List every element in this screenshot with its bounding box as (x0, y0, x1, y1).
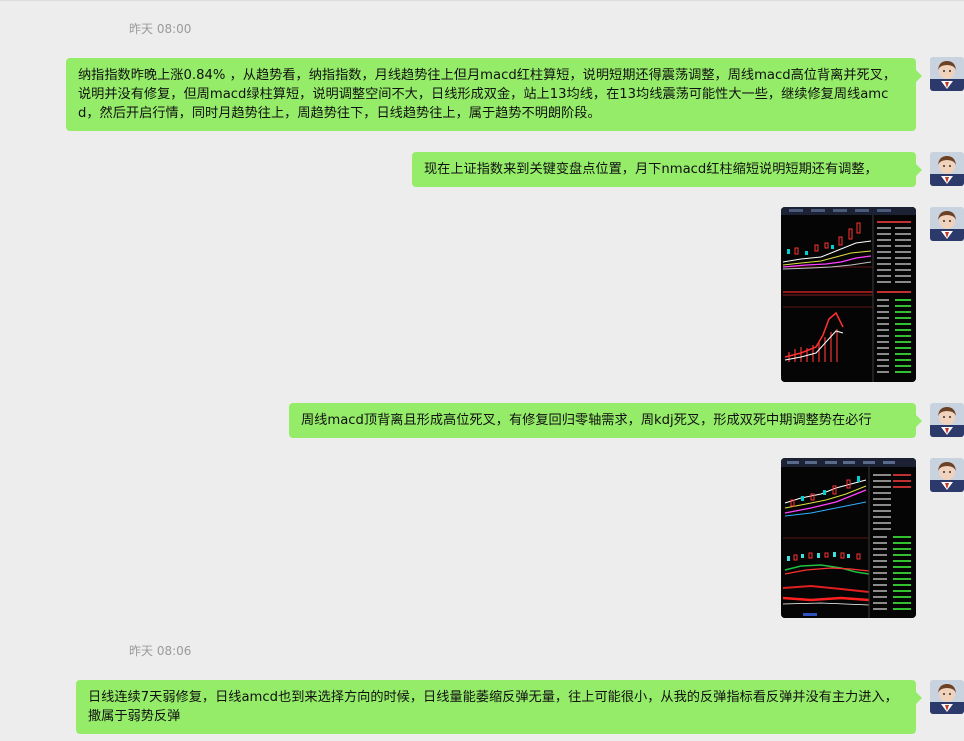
user-avatar-icon (930, 458, 964, 492)
user-avatar-icon (930, 207, 964, 241)
avatar[interactable] (930, 152, 964, 186)
stock-chart-thumbnail (781, 207, 916, 382)
message-bubble[interactable]: 周线macd顶背离且形成高位死叉，有修复回归零轴需求，周kdj死叉，形成双死中期… (289, 403, 922, 438)
message-bubble[interactable]: 纳指指数昨晚上涨0.84% ，从趋势看，纳指指数，月线趋势往上但月macd红柱算… (66, 58, 922, 131)
avatar[interactable] (930, 458, 964, 492)
avatar[interactable] (930, 207, 964, 241)
avatar[interactable] (930, 680, 964, 714)
avatar[interactable] (930, 57, 964, 91)
user-avatar-icon (930, 680, 964, 714)
user-avatar-icon (930, 403, 964, 437)
message-bubble[interactable]: 现在上证指数来到关键变盘点位置，月下nmacd红柱缩短说明短期还有调整， (412, 152, 922, 187)
stock-chart-image[interactable] (781, 207, 916, 382)
stock-chart-thumbnail (781, 458, 916, 618)
timestamp: 昨天 08:06 (129, 644, 192, 658)
avatar[interactable] (930, 403, 964, 437)
message-bubble[interactable]: 日线连续7天弱修复，日线amcd也到来选择方向的时候，日线量能萎缩反弹无量，往上… (76, 680, 922, 734)
top-divider (0, 0, 964, 1)
user-avatar-icon (930, 152, 964, 186)
user-avatar-icon (930, 57, 964, 91)
stock-chart-image[interactable] (781, 458, 916, 618)
timestamp: 昨天 08:00 (129, 22, 192, 36)
